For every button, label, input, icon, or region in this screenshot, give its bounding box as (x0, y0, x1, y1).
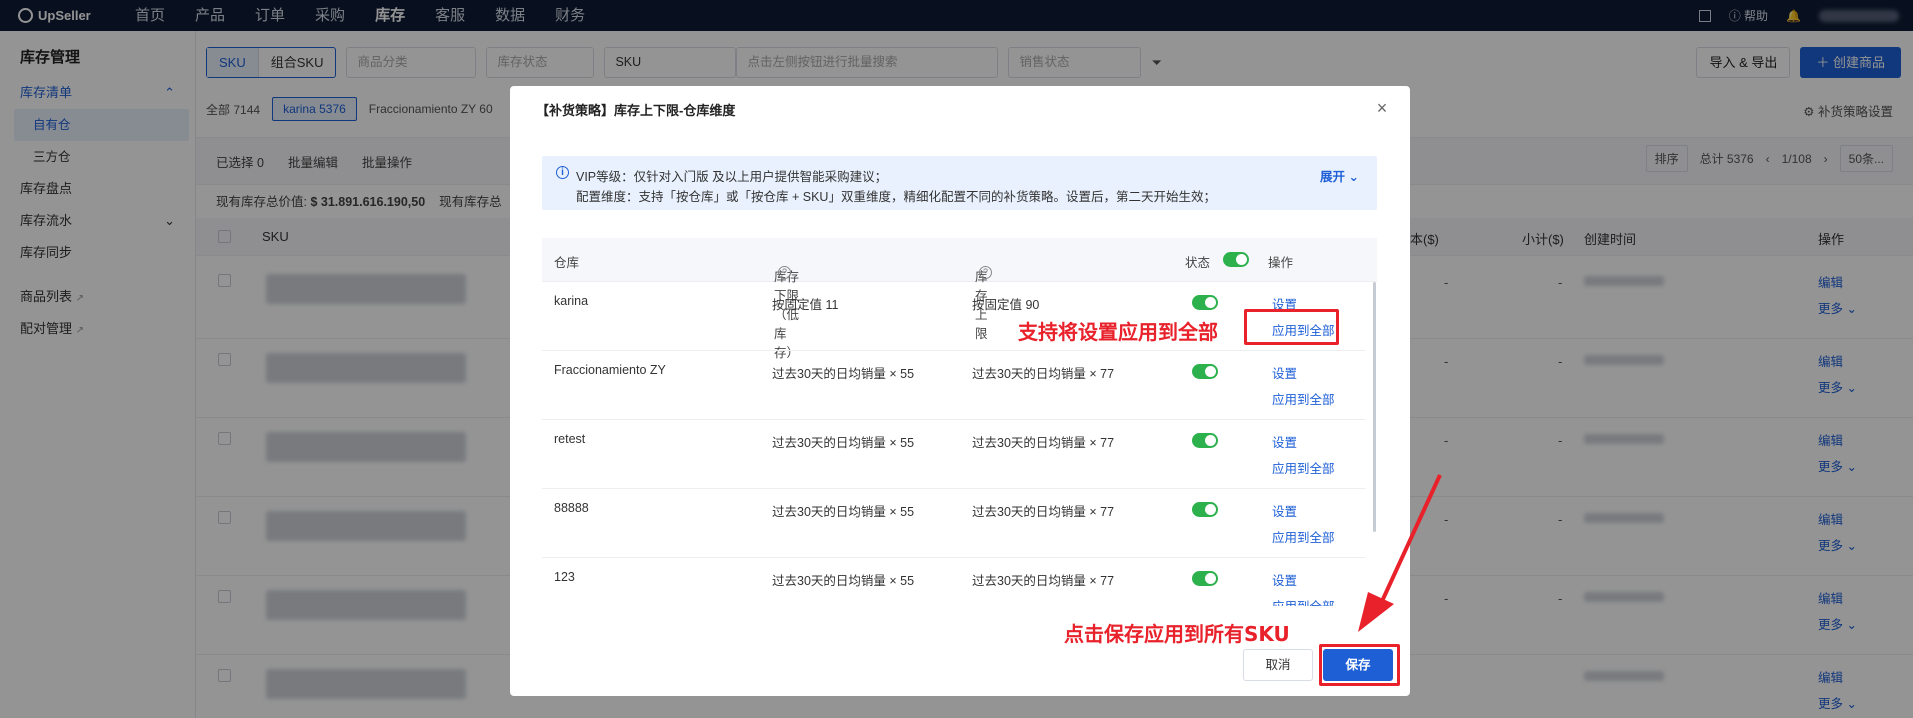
max-rule: 按固定值 90 (972, 298, 1040, 312)
min-rule: 过去30天的日均销量 × 55 (772, 367, 915, 381)
warehouse-name: 123 (554, 570, 575, 584)
annotation-arrow (1358, 474, 1442, 632)
notice-line-2: 配置维度：支持「按仓库」或「按仓库 + SKU」双重维度，精细化配置不同的补货策… (576, 190, 1216, 204)
help-circle-icon[interactable]: ? (979, 266, 992, 279)
help-circle-icon[interactable]: ? (778, 266, 791, 279)
row-status-toggle[interactable] (1192, 571, 1218, 586)
min-rule: 过去30天的日均销量 × 55 (772, 436, 915, 450)
warehouse-name: karina (554, 294, 589, 308)
min-rule: 过去30天的日均销量 × 55 (772, 505, 915, 519)
apply-all-link[interactable]: 应用到全部 (1272, 389, 1335, 408)
set-link[interactable]: 设置 (1272, 432, 1297, 451)
status-toggle-all[interactable] (1223, 252, 1249, 267)
row-status-toggle[interactable] (1192, 502, 1218, 517)
notice-line-1: VIP等级：仅针对入门版 及以上用户提供智能采购建议； (576, 170, 888, 184)
apply-all-highlight (1244, 309, 1339, 345)
col-status: 状态 (1185, 256, 1211, 270)
col-warehouse: 仓库 (554, 256, 580, 270)
row-status-toggle[interactable] (1192, 364, 1218, 379)
set-link[interactable]: 设置 (1272, 501, 1297, 520)
min-rule: 按固定值 11 (772, 298, 839, 312)
warehouse-name: Fraccionamiento ZY (554, 363, 666, 377)
apply-all-link[interactable]: 应用到全部 (1272, 458, 1335, 477)
warehouse-row: Fraccionamiento ZY 过去30天的日均销量 × 55 过去30天… (542, 351, 1365, 420)
row-status-toggle[interactable] (1192, 295, 1218, 310)
warehouse-limits-table: 仓库 库存下限（低库存）? 库存上限? 状态 操作 karina 按固定值 11… (542, 238, 1377, 606)
apply-all-link[interactable]: 应用到全部 (1272, 527, 1335, 546)
apply-all-link[interactable]: 应用到全部 (1272, 596, 1335, 606)
min-rule: 过去30天的日均销量 × 55 (772, 574, 915, 588)
set-link[interactable]: 设置 (1272, 570, 1297, 589)
max-rule: 过去30天的日均销量 × 77 (972, 505, 1115, 519)
expand-button[interactable]: 展开 ⌄ (1320, 166, 1359, 185)
warehouse-row: 123 过去30天的日均销量 × 55 过去30天的日均销量 × 77 设置 应… (542, 558, 1365, 606)
vip-notice: i VIP等级：仅针对入门版 及以上用户提供智能采购建议； 配置维度：支持「按仓… (542, 156, 1377, 210)
expand-label: 展开 (1320, 170, 1346, 184)
save-annotation: 点击保存应用到所有SKU (1064, 622, 1290, 646)
max-rule: 过去30天的日均销量 × 77 (972, 574, 1115, 588)
col-ops: 操作 (1268, 256, 1294, 270)
limits-table-header: 仓库 库存下限（低库存）? 库存上限? 状态 操作 (542, 238, 1377, 360)
set-link[interactable]: 设置 (1272, 363, 1297, 382)
row-status-toggle[interactable] (1192, 433, 1218, 448)
dialog-title: 【补货策略】库存上下限-仓库维度 (536, 103, 736, 118)
max-rule: 过去30天的日均销量 × 77 (972, 436, 1115, 450)
warehouse-row: 88888 过去30天的日均销量 × 55 过去30天的日均销量 × 77 设置… (542, 489, 1365, 558)
max-rule: 过去30天的日均销量 × 77 (972, 367, 1115, 381)
save-highlight (1319, 644, 1400, 686)
info-icon: i (556, 166, 569, 179)
cancel-button[interactable]: 取消 (1243, 649, 1313, 681)
apply-all-annotation: 支持将设置应用到全部 (1018, 320, 1218, 344)
warehouse-name: 88888 (554, 501, 589, 515)
warehouse-row: karina 按固定值 11 按固定值 90 设置 应用到全部 (542, 282, 1365, 351)
warehouse-row: retest 过去30天的日均销量 × 55 过去30天的日均销量 × 77 设… (542, 420, 1365, 489)
replenish-strategy-dialog: 【补货策略】库存上下限-仓库维度 × i VIP等级：仅针对入门版 及以上用户提… (510, 86, 1410, 696)
warehouse-name: retest (554, 432, 586, 446)
close-icon[interactable]: × (1374, 99, 1390, 117)
